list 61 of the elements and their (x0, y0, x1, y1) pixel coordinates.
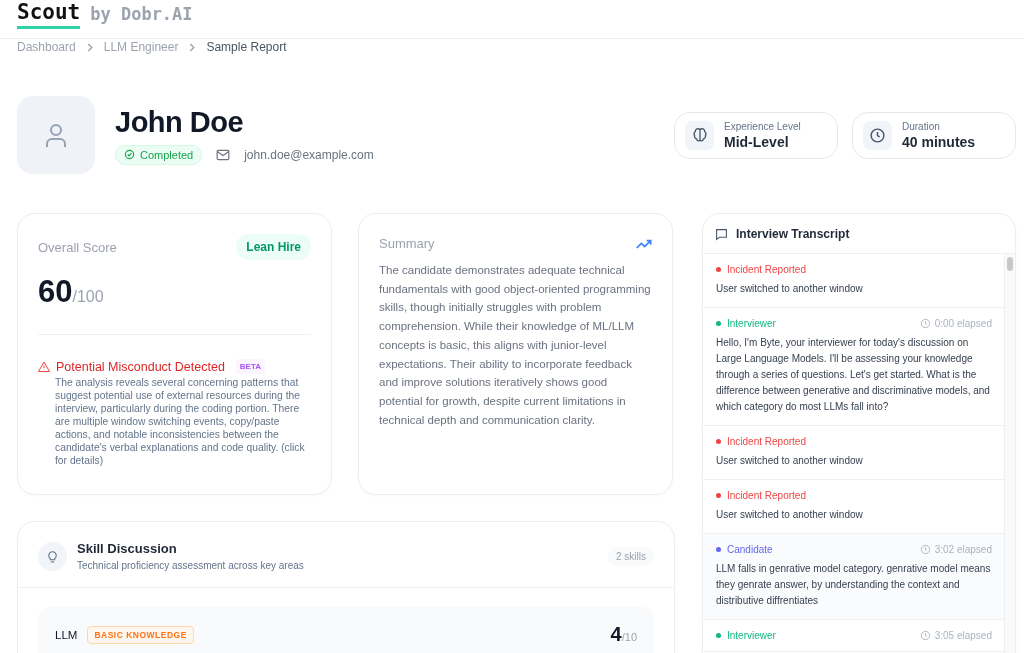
section-title: Skill Discussion (77, 541, 178, 556)
breadcrumb-link[interactable]: Dashboard (17, 40, 76, 54)
speaker-label: Candidate (727, 544, 773, 555)
skill-count-badge: 2 skills (608, 546, 654, 566)
speaker-label: Incident Reported (727, 490, 806, 501)
speaker-dot (716, 493, 721, 498)
status-badge: Completed (115, 144, 203, 165)
skill-score: 4 (610, 623, 622, 646)
message-text: User switched to another window (716, 508, 864, 522)
stat-value: 40 minutes (902, 133, 976, 150)
elapsed-time: 3:02 elapsed (934, 544, 992, 555)
card-title: Overall Score (38, 239, 117, 255)
speaker-label: Incident Reported (727, 264, 806, 275)
skill-name: LLM (55, 628, 78, 641)
message-text: LLM falls in genrative model category. genrative model means they genrate answer, by understanding the context and distributive diffrentiates (716, 562, 992, 608)
breadcrumb-link[interactable]: Sample Report (206, 40, 287, 54)
speaker-dot (716, 267, 721, 272)
elapsed-time: 3:05 elapsed (934, 630, 992, 641)
stat-label: Experience Level (724, 120, 801, 132)
speaker-dot (716, 547, 721, 552)
clock-icon (869, 126, 886, 144)
score-max: /100 (72, 288, 104, 306)
clock-icon (919, 630, 931, 641)
speaker-dot (716, 439, 721, 444)
section-subtitle: Technical proficiency assessment across key areas (77, 560, 304, 571)
chevron-icon (188, 42, 197, 52)
speaker-dot (716, 633, 721, 638)
summary-text: The candidate demonstrates adequate technical fundamentals with good object-oriented programming skills, though initially struggles with problem comprehension. While their knowledge of ML/LLM concepts is basic, this aligns with junior-level expectations. Their ability to incorporate feedback and improve solutions iteratively shows good potential for growth, despite current limitations in technical depth and communication clarity. (379, 263, 652, 428)
mail-icon (216, 148, 231, 161)
trend-up-icon (636, 238, 652, 249)
speaker-label: Interviewer (727, 318, 776, 329)
brain-icon (691, 127, 708, 143)
speaker-label: Incident Reported (727, 436, 806, 447)
chevron-icon (85, 42, 94, 52)
beta-badge: BETA (235, 359, 266, 374)
warning-icon (38, 361, 50, 372)
logo-byline: by Dobr.AI (90, 4, 193, 24)
clock-icon (919, 544, 931, 555)
alert-description[interactable]: The analysis reveals several concerning patterns that suggest potential use of external resources during the interview, particularly during the coding portion. There are multiple window switching events, copy/paste actions, and notable inconsistencies between the candidate's verbal explanations and code quality. (click for details) (55, 376, 311, 467)
message-text: Hello, I'm Byte, your interviewer for today's discussion on Large Language Models. I'll be assessing your knowledge through a series of questions. Let's get started. What is the difference between generative and discriminative models, and which category do most LLMs fall into? (716, 336, 991, 414)
alert-title[interactable]: Potential Misconduct Detected (56, 359, 225, 374)
card-title: Summary (379, 236, 435, 251)
score-value: 60 (38, 274, 73, 310)
stat-value: Mid-Level (724, 133, 790, 150)
candidate-name: John Doe (115, 105, 245, 139)
speaker-dot (716, 321, 721, 326)
elapsed-time: 0:00 elapsed (934, 318, 992, 329)
panel-title: Interview Transcript (736, 227, 850, 241)
logo[interactable]: Scout (17, 1, 81, 29)
stat-label: Duration (902, 120, 941, 132)
level-badge: BASIC KNOWLEDGE (87, 625, 194, 644)
speaker-label: Interviewer (727, 630, 776, 641)
scrollbar-thumb[interactable] (1007, 257, 1013, 271)
lightbulb-icon (38, 541, 67, 571)
candidate-email: john.doe@example.com (244, 147, 374, 162)
message-text: User switched to another window (716, 454, 864, 468)
skill-max: /10 (621, 631, 637, 643)
verdict-badge: Lean Hire (236, 234, 311, 260)
message-text: User switched to another window (716, 282, 864, 296)
clock-icon (919, 318, 931, 329)
chat-icon (715, 227, 728, 241)
